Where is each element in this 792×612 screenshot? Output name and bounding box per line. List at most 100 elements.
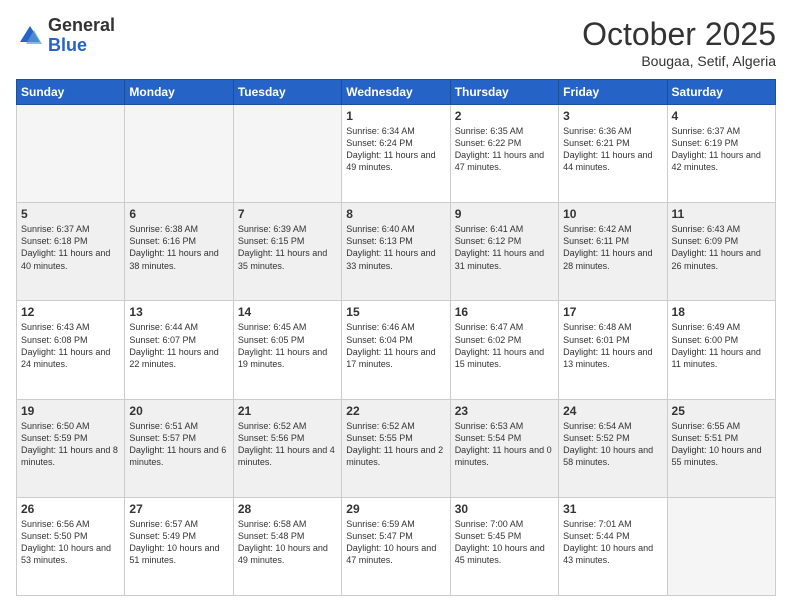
table-row: 1Sunrise: 6:34 AMSunset: 6:24 PMDaylight… <box>342 105 450 203</box>
logo: General Blue <box>16 16 115 56</box>
day-number: 12 <box>21 305 120 319</box>
day-info: Sunrise: 6:46 AMSunset: 6:04 PMDaylight:… <box>346 321 445 370</box>
table-row: 13 Sunrise: 6:44 AMSunset: 6:07 PMDayligh… <box>125 301 233 399</box>
day-info: Sunrise: 6:35 AMSunset: 6:22 PMDaylight:… <box>455 125 554 174</box>
table-row: 20Sunrise: 6:51 AMSunset: 5:57 PMDayligh… <box>125 399 233 497</box>
calendar-week-row: 19Sunrise: 6:50 AMSunset: 5:59 PMDayligh… <box>17 399 776 497</box>
day-info: Sunrise: 6:48 AMSunset: 6:01 PMDaylight:… <box>563 321 662 370</box>
table-row: 4 Sunrise: 6:37 AMSunset: 6:19 PMDaylight… <box>667 105 775 203</box>
day-info: Sunrise: 6:41 AMSunset: 6:12 PMDaylight:… <box>455 223 554 272</box>
day-info: Sunrise: 6:42 AMSunset: 6:11 PMDaylight:… <box>563 223 662 272</box>
day-info: Sunrise: 6:38 AMSunset: 6:16 PMDaylight:… <box>129 223 228 272</box>
header-saturday: Saturday <box>667 80 775 105</box>
table-row: 22Sunrise: 6:52 AMSunset: 5:55 PMDayligh… <box>342 399 450 497</box>
day-info: Sunrise: 6:49 AMSunset: 6:00 PMDaylight:… <box>672 321 771 370</box>
day-number: 19 <box>21 404 120 418</box>
day-info: Sunrise: 6:36 AMSunset: 6:21 PMDaylight:… <box>563 125 662 174</box>
calendar-page: General Blue October 2025 Bougaa, Setif,… <box>0 0 792 612</box>
day-info: Sunrise: 6:37 AMSunset: 6:19 PMDaylight:… <box>672 125 771 174</box>
day-info: Sunrise: 6:43 AMSunset: 6:08 PMDaylight:… <box>21 321 120 370</box>
calendar-week-row: 1Sunrise: 6:34 AMSunset: 6:24 PMDaylight… <box>17 105 776 203</box>
table-row <box>125 105 233 203</box>
day-info: Sunrise: 6:34 AMSunset: 6:24 PMDaylight:… <box>346 125 445 174</box>
table-row <box>17 105 125 203</box>
table-row: 18 Sunrise: 6:49 AMSunset: 6:00 PMDayligh… <box>667 301 775 399</box>
day-info: Sunrise: 6:43 AMSunset: 6:09 PMDaylight:… <box>672 223 771 272</box>
day-number: 2 <box>455 109 554 123</box>
header-sunday: Sunday <box>17 80 125 105</box>
day-info: Sunrise: 6:47 AMSunset: 6:02 PMDaylight:… <box>455 321 554 370</box>
day-info: Sunrise: 6:56 AMSunset: 5:50 PMDaylight:… <box>21 518 120 567</box>
day-number: 18 <box>672 305 771 319</box>
day-number: 13 <box>129 305 228 319</box>
day-number: 28 <box>238 502 337 516</box>
title-block: October 2025 Bougaa, Setif, Algeria <box>582 16 776 69</box>
day-number: 25 <box>672 404 771 418</box>
table-row <box>233 105 341 203</box>
day-info: Sunrise: 6:57 AMSunset: 5:49 PMDaylight:… <box>129 518 228 567</box>
day-info: Sunrise: 6:45 AMSunset: 6:05 PMDaylight:… <box>238 321 337 370</box>
table-row: 29 Sunrise: 6:59 AMSunset: 5:47 PMDayligh… <box>342 497 450 595</box>
day-number: 30 <box>455 502 554 516</box>
table-row: 21Sunrise: 6:52 AMSunset: 5:56 PMDayligh… <box>233 399 341 497</box>
day-info: Sunrise: 6:37 AMSunset: 6:18 PMDaylight:… <box>21 223 120 272</box>
day-number: 9 <box>455 207 554 221</box>
day-info: Sunrise: 6:53 AMSunset: 5:54 PMDaylight:… <box>455 420 554 469</box>
day-number: 14 <box>238 305 337 319</box>
calendar-week-row: 12 Sunrise: 6:43 AMSunset: 6:08 PMDayligh… <box>17 301 776 399</box>
header-wednesday: Wednesday <box>342 80 450 105</box>
table-row: 7Sunrise: 6:39 AMSunset: 6:15 PMDaylight… <box>233 203 341 301</box>
logo-icon <box>16 22 44 50</box>
logo-blue-text: Blue <box>48 35 87 55</box>
table-row: 9 Sunrise: 6:41 AMSunset: 6:12 PMDaylight… <box>450 203 558 301</box>
table-row: 2 Sunrise: 6:35 AMSunset: 6:22 PMDaylight… <box>450 105 558 203</box>
day-number: 15 <box>346 305 445 319</box>
day-number: 8 <box>346 207 445 221</box>
table-row: 10 Sunrise: 6:42 AMSunset: 6:11 PMDayligh… <box>559 203 667 301</box>
table-row: 28Sunrise: 6:58 AMSunset: 5:48 PMDayligh… <box>233 497 341 595</box>
calendar-week-row: 5 Sunrise: 6:37 AMSunset: 6:18 PMDaylight… <box>17 203 776 301</box>
header-friday: Friday <box>559 80 667 105</box>
header-thursday: Thursday <box>450 80 558 105</box>
day-number: 11 <box>672 207 771 221</box>
table-row: 8Sunrise: 6:40 AMSunset: 6:13 PMDaylight… <box>342 203 450 301</box>
header: General Blue October 2025 Bougaa, Setif,… <box>16 16 776 69</box>
day-number: 5 <box>21 207 120 221</box>
day-info: Sunrise: 6:52 AMSunset: 5:55 PMDaylight:… <box>346 420 445 469</box>
table-row <box>667 497 775 595</box>
location: Bougaa, Setif, Algeria <box>582 53 776 69</box>
table-row: 24Sunrise: 6:54 AMSunset: 5:52 PMDayligh… <box>559 399 667 497</box>
table-row: 19Sunrise: 6:50 AMSunset: 5:59 PMDayligh… <box>17 399 125 497</box>
day-number: 26 <box>21 502 120 516</box>
table-row: 3 Sunrise: 6:36 AMSunset: 6:21 PMDaylight… <box>559 105 667 203</box>
day-info: Sunrise: 6:59 AMSunset: 5:47 PMDaylight:… <box>346 518 445 567</box>
day-number: 23 <box>455 404 554 418</box>
header-monday: Monday <box>125 80 233 105</box>
table-row: 12 Sunrise: 6:43 AMSunset: 6:08 PMDayligh… <box>17 301 125 399</box>
day-number: 3 <box>563 109 662 123</box>
day-info: Sunrise: 6:39 AMSunset: 6:15 PMDaylight:… <box>238 223 337 272</box>
day-info: Sunrise: 7:01 AMSunset: 5:44 PMDaylight:… <box>563 518 662 567</box>
calendar-table: Sunday Monday Tuesday Wednesday Thursday… <box>16 79 776 596</box>
table-row: 6Sunrise: 6:38 AMSunset: 6:16 PMDaylight… <box>125 203 233 301</box>
header-tuesday: Tuesday <box>233 80 341 105</box>
day-number: 10 <box>563 207 662 221</box>
table-row: 14 Sunrise: 6:45 AMSunset: 6:05 PMDayligh… <box>233 301 341 399</box>
table-row: 26 Sunrise: 6:56 AMSunset: 5:50 PMDayligh… <box>17 497 125 595</box>
day-info: Sunrise: 7:00 AMSunset: 5:45 PMDaylight:… <box>455 518 554 567</box>
day-number: 24 <box>563 404 662 418</box>
day-number: 27 <box>129 502 228 516</box>
table-row: 27 Sunrise: 6:57 AMSunset: 5:49 PMDayligh… <box>125 497 233 595</box>
day-number: 20 <box>129 404 228 418</box>
day-number: 29 <box>346 502 445 516</box>
month-title: October 2025 <box>582 16 776 53</box>
table-row: 17Sunrise: 6:48 AMSunset: 6:01 PMDayligh… <box>559 301 667 399</box>
day-info: Sunrise: 6:52 AMSunset: 5:56 PMDaylight:… <box>238 420 337 469</box>
day-info: Sunrise: 6:44 AMSunset: 6:07 PMDaylight:… <box>129 321 228 370</box>
table-row: 11 Sunrise: 6:43 AMSunset: 6:09 PMDayligh… <box>667 203 775 301</box>
day-number: 16 <box>455 305 554 319</box>
day-number: 31 <box>563 502 662 516</box>
table-row: 31 Sunrise: 7:01 AMSunset: 5:44 PMDayligh… <box>559 497 667 595</box>
logo-general-text: General <box>48 15 115 35</box>
day-number: 4 <box>672 109 771 123</box>
